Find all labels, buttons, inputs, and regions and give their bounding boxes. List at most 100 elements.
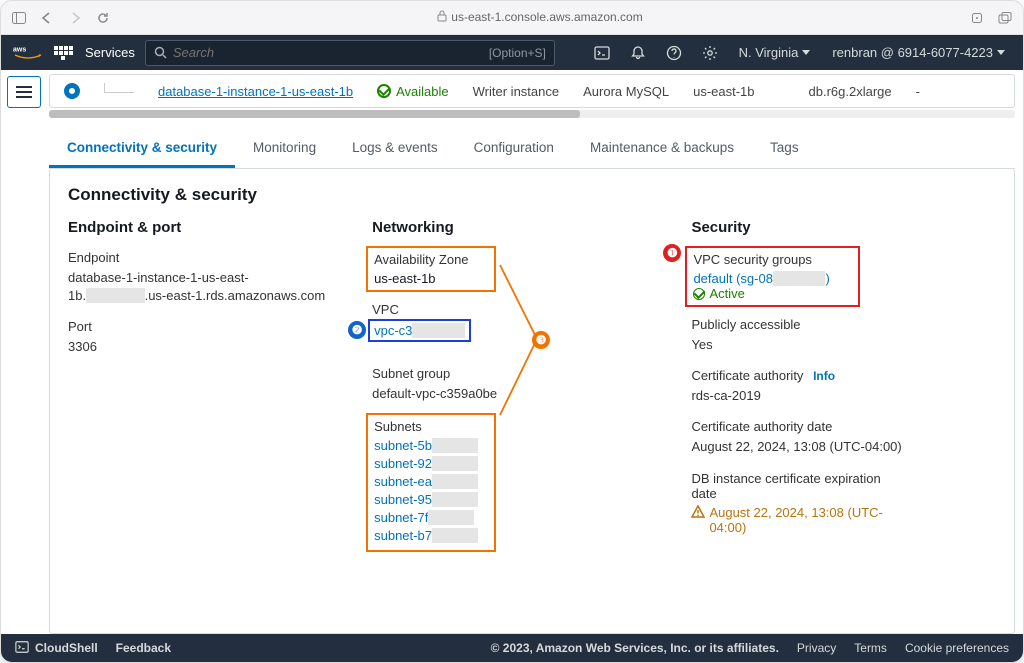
- annotation-box-subnets: Subnets subnet-5bxxxx subnet-92xxxx subn…: [366, 413, 496, 552]
- lock-icon: [437, 10, 447, 25]
- settings-icon[interactable]: [697, 40, 723, 66]
- subnet-link[interactable]: subnet-eaxxxx: [374, 474, 488, 489]
- endpoint-label: Endpoint: [68, 250, 342, 265]
- tab-monitoring[interactable]: Monitoring: [235, 130, 334, 168]
- reload-icon[interactable]: [95, 10, 111, 26]
- section-title: Security: [691, 219, 996, 236]
- instance-role: Writer instance: [473, 84, 559, 99]
- account-menu[interactable]: renbran @ 6914-6077-4223: [826, 45, 1011, 60]
- callout-3: ❸: [532, 331, 550, 349]
- global-search[interactable]: [Option+S]: [145, 40, 555, 66]
- region-selector[interactable]: N. Virginia: [733, 45, 817, 60]
- public-value: Yes: [691, 336, 996, 354]
- search-shortcut: [Option+S]: [489, 46, 546, 60]
- tabs-icon[interactable]: [997, 10, 1013, 26]
- sidebar-toggle-icon[interactable]: [11, 10, 27, 26]
- tab-maintenance[interactable]: Maintenance & backups: [572, 130, 752, 168]
- check-circle-icon: [693, 288, 705, 300]
- ca-label: Certificate authority Info: [691, 368, 996, 383]
- notifications-icon[interactable]: [625, 40, 651, 66]
- subnet-group-label: Subnet group: [372, 366, 661, 381]
- terms-link[interactable]: Terms: [854, 641, 887, 655]
- active-label: Active: [709, 286, 744, 301]
- tab-connectivity[interactable]: Connectivity & security: [49, 130, 235, 168]
- db-instance-link[interactable]: database-1-instance-1-us-east-1b: [158, 84, 353, 99]
- back-icon[interactable]: [39, 10, 55, 26]
- privacy-link[interactable]: Privacy: [797, 641, 836, 655]
- db-instance-row: database-1-instance-1-us-east-1b Availab…: [49, 74, 1015, 108]
- chevron-down-icon: [997, 50, 1005, 55]
- help-icon[interactable]: [661, 40, 687, 66]
- endpoint-port-section: Endpoint & port Endpoint database-1-inst…: [68, 219, 342, 562]
- feedback-link[interactable]: Feedback: [116, 641, 171, 655]
- subnet-link[interactable]: subnet-5bxxxx: [374, 438, 488, 453]
- section-title: Networking: [372, 219, 661, 236]
- cloudshell-link[interactable]: CloudShell: [35, 641, 98, 655]
- subnet-list: subnet-5bxxxx subnet-92xxxx subnet-eaxxx…: [374, 438, 488, 543]
- account-label: renbran @ 6914-6077-4223: [832, 45, 993, 60]
- share-icon[interactable]: [969, 10, 985, 26]
- az-value: us-east-1b: [374, 271, 488, 286]
- tab-logs[interactable]: Logs & events: [334, 130, 456, 168]
- instance-dash: -: [916, 84, 920, 99]
- detail-tabs: Connectivity & security Monitoring Logs …: [49, 130, 1015, 169]
- url-text: us-east-1.console.aws.amazon.com: [451, 10, 642, 24]
- networking-section: Networking Availability Zone us-east-1b …: [372, 219, 661, 562]
- services-grid-icon[interactable]: [53, 43, 73, 63]
- row-radio-selected[interactable]: [64, 83, 80, 99]
- callout-2: ❷: [348, 321, 366, 339]
- cad-label: Certificate authority date: [691, 419, 996, 434]
- side-nav-toggle[interactable]: [7, 76, 41, 108]
- tree-connector: [104, 83, 134, 93]
- services-label[interactable]: Services: [85, 45, 135, 60]
- chevron-down-icon: [802, 50, 810, 55]
- connectivity-panel: Connectivity & security Endpoint & port …: [49, 169, 1015, 634]
- az-label: Availability Zone: [374, 252, 488, 267]
- cookie-link[interactable]: Cookie preferences: [905, 641, 1009, 655]
- instance-size: db.r6g.2xlarge: [809, 84, 892, 99]
- tab-tags[interactable]: Tags: [752, 130, 817, 168]
- annotation-box-vpc: vpc-c3xxxxx: [368, 319, 471, 342]
- instance-engine: Aurora MySQL: [583, 84, 669, 99]
- subnet-link[interactable]: subnet-b7xxxx: [374, 528, 488, 543]
- address-bar[interactable]: us-east-1.console.aws.amazon.com: [123, 10, 957, 25]
- annotation-box-security-groups: ❶ VPC security groups default (sg-08xxxx…: [685, 246, 860, 307]
- port-value: 3306: [68, 338, 342, 356]
- aws-global-nav: aws Services [Option+S] N. Virginia r: [1, 35, 1023, 70]
- exp-text: August 22, 2024, 13:08 (UTC-04:00): [709, 505, 889, 535]
- security-section: Security ❶ VPC security groups default (…: [691, 219, 996, 562]
- search-icon: [154, 46, 167, 59]
- endpoint-value: database-1-instance-1-us-east-1b.xxxxxxx…: [68, 269, 342, 305]
- horizontal-scrollbar[interactable]: [49, 110, 1015, 118]
- global-footer: CloudShell Feedback © 2023, Amazon Web S…: [1, 634, 1023, 662]
- subnet-link[interactable]: subnet-7fxxxx: [374, 510, 488, 525]
- ca-value: rds-ca-2019: [691, 387, 996, 405]
- search-input[interactable]: [173, 45, 483, 60]
- subnet-group-value: default-vpc-c359a0be: [372, 385, 661, 403]
- warning-icon: [691, 505, 705, 522]
- vpc-link[interactable]: vpc-c3xxxxx: [374, 323, 465, 338]
- forward-icon[interactable]: [67, 10, 83, 26]
- port-label: Port: [68, 319, 342, 334]
- exp-label: DB instance certificate expiration date: [691, 471, 891, 501]
- browser-toolbar: us-east-1.console.aws.amazon.com: [1, 1, 1023, 35]
- cloudshell-icon[interactable]: [15, 640, 29, 657]
- instance-az: us-east-1b: [693, 84, 754, 99]
- subnets-label: Subnets: [374, 419, 488, 434]
- aws-logo[interactable]: aws: [13, 44, 43, 62]
- subnet-link[interactable]: subnet-92xxxx: [374, 456, 488, 471]
- vpc-sg-label: VPC security groups: [693, 252, 852, 267]
- exp-value: August 22, 2024, 13:08 (UTC-04:00): [691, 505, 996, 535]
- vpc-sg-link[interactable]: default (sg-08xxxxx): [693, 271, 852, 286]
- region-label: N. Virginia: [739, 45, 799, 60]
- copyright-text: © 2023, Amazon Web Services, Inc. or its…: [491, 641, 779, 655]
- section-title: Endpoint & port: [68, 219, 342, 236]
- status-available: Available: [377, 84, 449, 99]
- cloudshell-icon[interactable]: [589, 40, 615, 66]
- info-link[interactable]: Info: [813, 369, 835, 383]
- tab-configuration[interactable]: Configuration: [456, 130, 572, 168]
- vpc-label: VPC: [372, 302, 661, 317]
- subnet-link[interactable]: subnet-95xxxx: [374, 492, 488, 507]
- sg-status-active: Active: [693, 286, 852, 301]
- svg-text:aws: aws: [13, 46, 26, 53]
